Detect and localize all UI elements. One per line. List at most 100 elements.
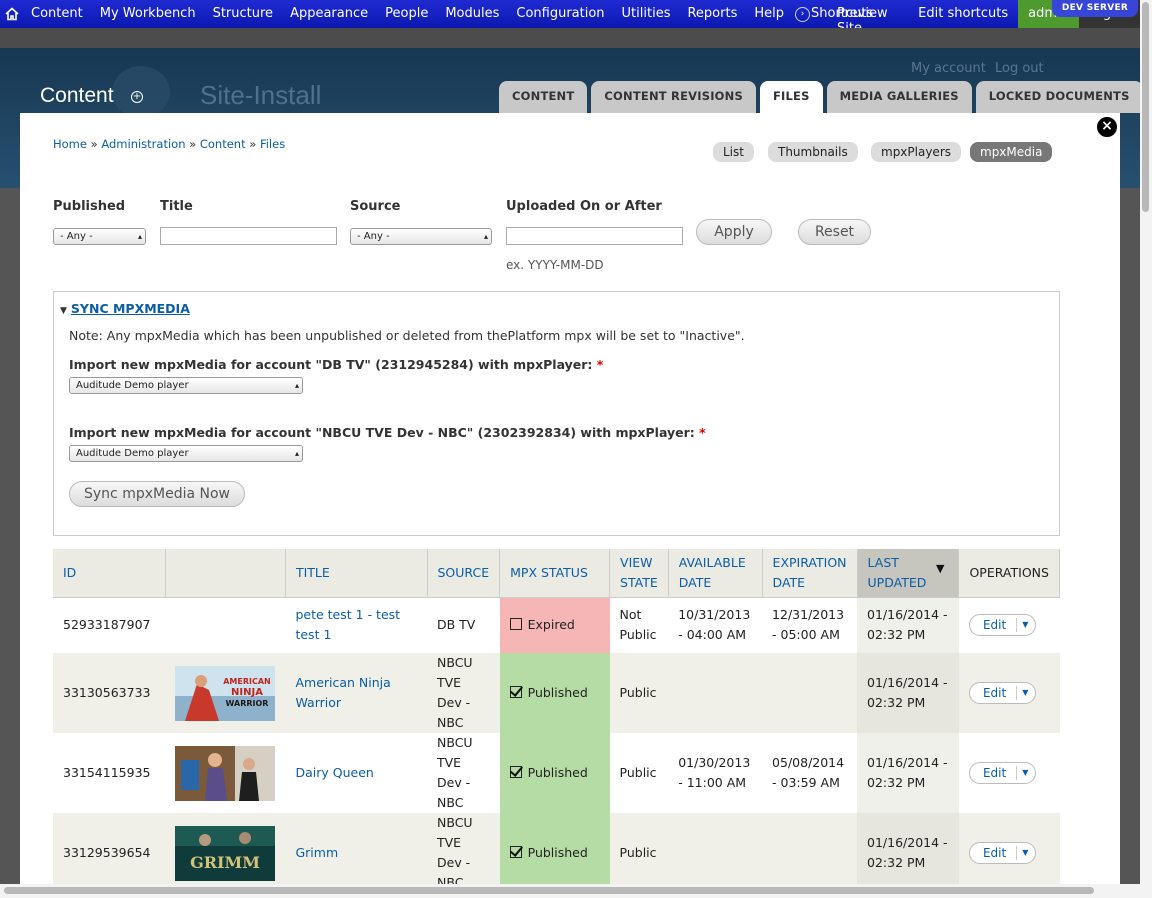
home-icon[interactable]: [0, 0, 23, 28]
row-view-state: Public: [609, 733, 669, 813]
row-title-link[interactable]: Dairy Queen: [295, 765, 373, 780]
edit-button[interactable]: Edit: [970, 766, 1018, 780]
dropdown-arrow-icon[interactable]: ▼: [1017, 843, 1035, 863]
source-select[interactable]: - Any - ▴: [350, 228, 492, 245]
row-operations: Edit ▼: [958, 813, 1060, 884]
add-shortcut-icon[interactable]: +: [131, 91, 143, 103]
edit-dropbutton[interactable]: Edit ▼: [968, 682, 1037, 704]
breadcrumb: Home » Administration » Content » Files: [53, 137, 285, 151]
edit-dropbutton[interactable]: Edit ▼: [968, 614, 1037, 637]
breadcrumb-administration[interactable]: Administration: [101, 137, 185, 151]
tab-media-galleries[interactable]: MEDIA GALLERIES: [826, 81, 972, 113]
account2-player-value: Auditude Demo player: [76, 448, 189, 459]
view-thumbnails[interactable]: Thumbnails: [768, 142, 858, 162]
tab-locked-documents[interactable]: LOCKED DOCUMENTS: [975, 81, 1143, 113]
col-source[interactable]: SOURCE: [427, 549, 501, 598]
close-overlay-icon[interactable]: ×: [1095, 115, 1119, 139]
table-row: 33129539654 GRIMM Grimm NBCU TVE Dev - N…: [53, 813, 1060, 884]
breadcrumb-files[interactable]: Files: [260, 137, 285, 151]
col-title[interactable]: TITLE: [285, 549, 428, 598]
sync-legend-label: SYNC MPXMEDIA: [70, 301, 190, 316]
col-available-date[interactable]: AVAILABLE DATE: [668, 549, 763, 598]
col-view-state[interactable]: VIEW STATE: [609, 549, 669, 598]
edit-dropbutton[interactable]: Edit ▼: [968, 842, 1037, 864]
menu-content[interactable]: Content: [23, 0, 92, 28]
published-select[interactable]: - Any - ▴: [53, 228, 146, 245]
site-name[interactable]: Site-Install: [200, 80, 321, 111]
vertical-scrollbar-thumb[interactable]: [1142, 2, 1149, 212]
row-available: [668, 813, 763, 884]
dropdown-arrow-icon[interactable]: ▼: [1017, 763, 1035, 783]
edit-shortcuts-link[interactable]: Edit shortcuts: [908, 0, 1018, 28]
account2-player-select[interactable]: Auditude Demo player ▴: [69, 445, 303, 462]
account1-player-select[interactable]: Auditude Demo player ▴: [69, 377, 303, 394]
mpxmedia-table: ID TITLE SOURCE MPX STATUS VIEW STATE AV…: [53, 549, 1060, 884]
sync-legend-toggle[interactable]: ▼ SYNC MPXMEDIA: [60, 301, 190, 316]
apply-button[interactable]: Apply: [696, 219, 772, 245]
reset-button[interactable]: Reset: [798, 219, 871, 245]
col-expiration-date[interactable]: EXPIRATION DATE: [762, 549, 858, 598]
menu-people[interactable]: People: [377, 0, 437, 28]
row-source: NBCU TVE Dev - NBC: [427, 733, 500, 813]
title-filter-input[interactable]: [160, 227, 337, 245]
menu-modules[interactable]: Modules: [437, 0, 508, 28]
menu-structure[interactable]: Structure: [205, 0, 282, 28]
col-id[interactable]: ID: [53, 549, 166, 598]
sync-now-button[interactable]: Sync mpxMedia Now: [69, 481, 245, 507]
row-status-label: Published: [527, 685, 588, 700]
title-filter-label: Title: [160, 199, 193, 214]
shortcuts-toggle[interactable]: › Shortcuts Preview Site: [793, 0, 908, 36]
row-thumbnail: [165, 733, 286, 813]
unchecked-icon: [509, 618, 522, 631]
view-mpxmedia[interactable]: mpxMedia: [970, 142, 1053, 162]
edit-dropbutton[interactable]: Edit ▼: [968, 762, 1037, 784]
overlay-content: Home » Administration » Content » Files …: [20, 113, 1120, 884]
header-logout-link[interactable]: Log out: [995, 61, 1044, 76]
row-expiration: [762, 813, 858, 884]
thumbnail-image[interactable]: [175, 745, 276, 801]
thumbnail-caption: GRIMM: [191, 853, 261, 872]
thumbnail-image[interactable]: GRIMM: [175, 825, 276, 881]
view-mpxplayers[interactable]: mpxPlayers: [871, 142, 962, 162]
horizontal-scrollbar-thumb[interactable]: [4, 887, 1094, 894]
menu-utilities[interactable]: Utilities: [614, 0, 680, 28]
tab-content-revisions[interactable]: CONTENT REVISIONS: [591, 81, 756, 113]
vertical-scrollbar[interactable]: [1140, 0, 1152, 898]
row-status: Published: [499, 813, 610, 884]
account2-label-text: Import new mpxMedia for account "NBCU TV…: [69, 425, 695, 440]
uploaded-filter-label: Uploaded On or After: [506, 199, 662, 214]
dropdown-arrow-icon[interactable]: ▼: [1017, 615, 1035, 635]
menu-appearance[interactable]: Appearance: [282, 0, 377, 28]
account2-label: Import new mpxMedia for account "NBCU TV…: [69, 425, 706, 440]
menu-reports[interactable]: Reports: [679, 0, 746, 28]
dropdown-arrow-icon[interactable]: ▼: [1017, 683, 1035, 703]
view-list[interactable]: List: [713, 142, 754, 162]
breadcrumb-content[interactable]: Content: [200, 137, 246, 151]
select-arrows-icon: ▴: [137, 232, 142, 241]
tab-files[interactable]: FILES: [759, 81, 823, 113]
edit-button[interactable]: Edit: [970, 686, 1018, 700]
row-updated: 01/16/2014 - 02:32 PM: [857, 597, 959, 653]
row-source: DB TV: [427, 597, 500, 653]
breadcrumb-home[interactable]: Home: [53, 137, 87, 151]
checked-icon: [509, 846, 522, 858]
row-title-link[interactable]: pete test 1 - test test 1: [295, 607, 400, 642]
col-mpx-status[interactable]: MPX STATUS: [499, 549, 611, 598]
edit-button[interactable]: Edit: [970, 618, 1018, 633]
row-source: NBCU TVE Dev - NBC: [427, 653, 500, 733]
row-title-link[interactable]: American Ninja Warrior: [295, 675, 390, 710]
col-last-updated[interactable]: LAST UPDATED ▼: [857, 549, 960, 598]
my-account-link[interactable]: My account: [911, 61, 986, 76]
edit-button[interactable]: Edit: [970, 846, 1018, 860]
row-title-link[interactable]: Grimm: [295, 845, 338, 860]
menu-configuration[interactable]: Configuration: [508, 0, 613, 28]
page-title: Content: [40, 84, 114, 107]
tab-content[interactable]: CONTENT: [499, 81, 588, 113]
chevron-right-icon: ›: [795, 6, 810, 22]
row-operations: Edit ▼: [958, 597, 1060, 653]
menu-help[interactable]: Help: [746, 0, 793, 28]
uploaded-date-input[interactable]: [506, 227, 683, 245]
menu-my-workbench[interactable]: My Workbench: [92, 0, 205, 28]
horizontal-scrollbar[interactable]: [0, 884, 1140, 898]
thumbnail-image[interactable]: AMERICAN NINJA WARRIOR: [175, 665, 276, 721]
